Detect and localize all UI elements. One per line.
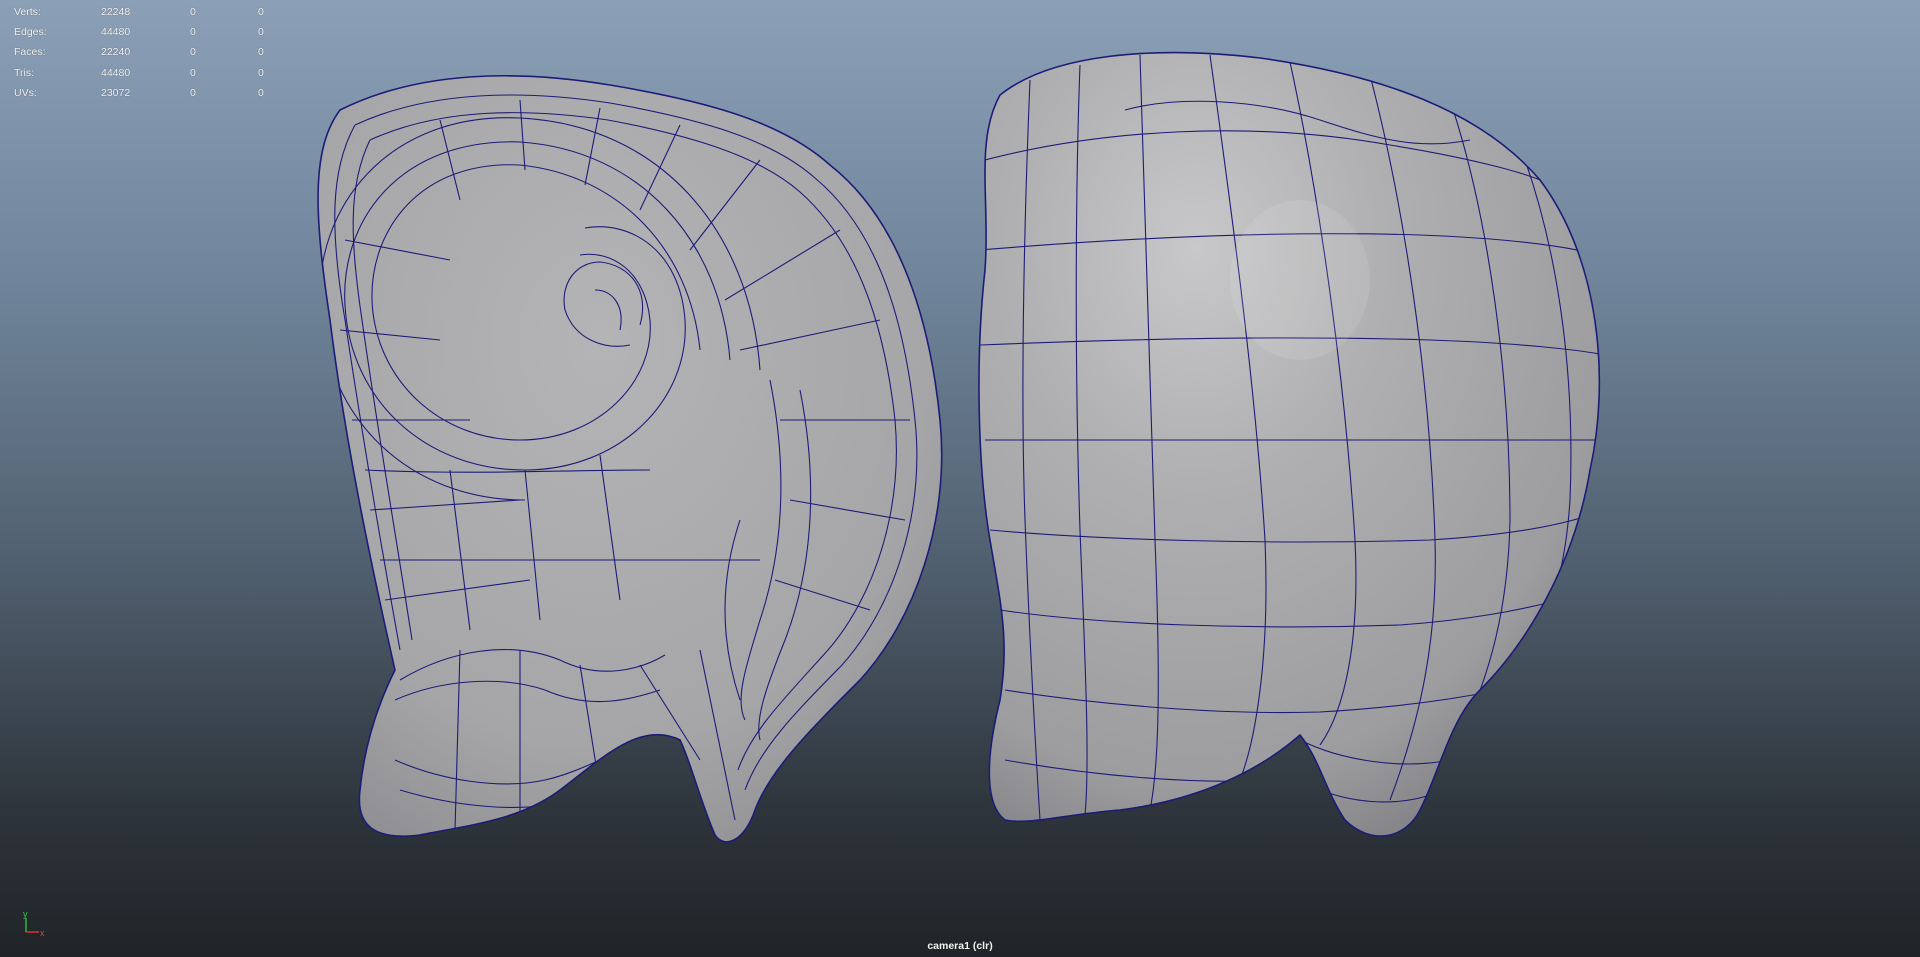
hud-row-edges: Edges: 44480 0 0 [14,22,284,42]
hud-total: 22240 [101,46,131,59]
camera-label: camera1 (clr) [927,940,993,952]
hud-label: Verts: [14,6,41,18]
ear-mesh-front[interactable] [317,75,943,843]
poly-count-hud: Verts: 22248 0 0 Edges: 44480 0 0 Faces:… [14,2,284,103]
hud-selected-2: 0 [258,86,264,99]
hud-selected: 0 [190,26,196,39]
axis-x-label: x [40,928,45,938]
hud-selected-2: 0 [258,26,264,39]
hud-selected: 0 [190,6,196,18]
hud-selected: 0 [190,46,196,59]
hud-label: Faces: [14,46,46,59]
hud-selected: 0 [190,86,196,99]
hud-total: 23072 [101,86,131,99]
hud-label: Edges: [14,26,47,39]
3d-viewport[interactable]: Verts: 22248 0 0 Edges: 44480 0 0 Faces:… [0,0,1920,957]
hud-row-verts: Verts: 22248 0 0 [14,2,284,22]
axis-y-label: y [23,909,28,919]
hud-selected: 0 [190,66,196,79]
ear-mesh-back[interactable] [978,51,1605,837]
hud-selected-2: 0 [258,66,264,79]
hud-selected-2: 0 [258,6,264,18]
hud-total: 44480 [101,26,131,39]
hud-label: Tris: [14,66,35,79]
hud-row-faces: Faces: 22240 0 0 [14,42,284,62]
hud-total: 22248 [101,6,131,18]
hud-selected-2: 0 [258,46,264,59]
hud-total: 44480 [101,66,131,79]
scene-canvas[interactable] [0,0,1920,957]
hud-row-tris: Tris: 44480 0 0 [14,63,284,83]
hud-row-uvs: UVs: 23072 0 0 [14,83,284,103]
axis-gizmo-icon: y x [23,909,45,938]
hud-label: UVs: [14,86,37,99]
